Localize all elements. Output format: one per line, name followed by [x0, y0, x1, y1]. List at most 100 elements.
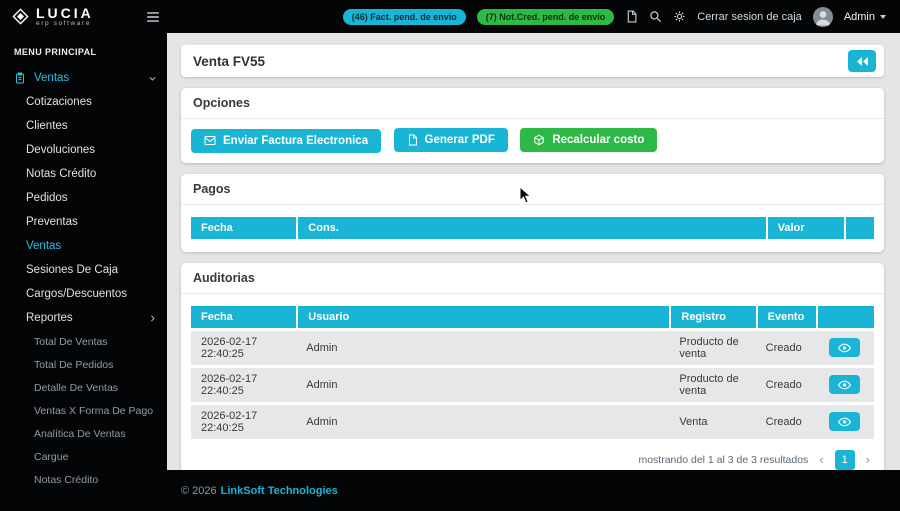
pagination-prev-button[interactable]: ‹ [817, 452, 825, 467]
sidebar-item-reportes[interactable]: Reportes [0, 306, 167, 330]
chevron-down-icon [880, 15, 886, 19]
cell-fecha: 2026-02-17 22:40:25 [191, 331, 296, 365]
sidebar-item-label: Total De Pedidos [34, 359, 113, 371]
view-audit-button[interactable] [829, 412, 860, 431]
sidebar-item-notas-credito[interactable]: Notas Crédito [0, 162, 167, 186]
sidebar-item-cargue[interactable]: Cargue [0, 445, 167, 468]
sidebar-item-label: Cotizaciones [26, 96, 92, 108]
cell-registro: Venta [669, 405, 755, 439]
table-row: 2026-02-17 22:40:25 Admin Producto de ve… [191, 331, 874, 365]
opciones-card-title: Opciones [181, 88, 884, 119]
eye-icon [838, 380, 851, 390]
brand-name: LUCIA [36, 7, 94, 20]
brand-tagline: erp software [36, 20, 94, 27]
company-link[interactable]: LinkSoft Technologies [221, 485, 338, 497]
sidebar-item-total-de-ventas[interactable]: Total De Ventas [0, 330, 167, 353]
view-audit-button[interactable] [829, 375, 860, 394]
sidebar-item-cotizaciones[interactable]: Cotizaciones [0, 90, 167, 114]
pending-credit-notes-badge[interactable]: (7) Not.Cred. pend. de envio [477, 9, 615, 25]
clipboard-icon [14, 72, 26, 84]
pagination-next-button[interactable]: › [864, 452, 872, 467]
document-icon[interactable] [625, 10, 638, 23]
cell-fecha: 2026-02-17 22:40:25 [191, 405, 296, 439]
sidebar-item-ventas-x-forma-de-pago[interactable]: Ventas X Forma De Pago [0, 399, 167, 422]
pending-invoices-badge[interactable]: (46) Fact. pend. de envio [343, 9, 466, 25]
gear-icon[interactable] [673, 10, 686, 23]
pagination: mostrando del 1 al 3 de 3 resultados ‹ 1… [181, 442, 884, 471]
sidebar-item-label: Sesiones De Caja [26, 264, 118, 276]
search-icon[interactable] [649, 10, 662, 23]
auditorias-card: Auditorias Fecha Usuario Registro Evento [181, 263, 884, 471]
sidebar-item-detalle-de-ventas[interactable]: Detalle De Ventas [0, 376, 167, 399]
pagos-header-actions [844, 217, 874, 239]
sidebar-item-notas-credito-reporte[interactable]: Notas Crédito [0, 468, 167, 491]
close-cash-session-link[interactable]: Cerrar sesion de caja [697, 11, 802, 23]
cell-usuario: Admin [296, 368, 669, 402]
button-label: Enviar Factura Electronica [223, 135, 368, 147]
table-row: 2026-02-17 22:40:25 Admin Venta Creado [191, 405, 874, 439]
cell-usuario: Admin [296, 405, 669, 439]
auditorias-header-actions [816, 306, 874, 328]
topbar: LUCIA erp software (46) Fact. pend. de e… [0, 0, 900, 33]
sidebar-item-label: Ventas [34, 72, 69, 84]
sidebar-item-pedidos[interactable]: Pedidos [0, 186, 167, 210]
auditorias-header-evento: Evento [756, 306, 816, 328]
auditorias-table: Fecha Usuario Registro Evento 2026-02-17… [191, 303, 874, 442]
eye-icon [838, 343, 851, 353]
app-window: LUCIA erp software (46) Fact. pend. de e… [0, 0, 900, 511]
sidebar-item-label: Devoluciones [26, 144, 95, 156]
eye-icon [838, 417, 851, 427]
sidebar-item-preventas[interactable]: Preventas [0, 210, 167, 234]
sidebar-item-ventas-active[interactable]: Ventas [0, 234, 167, 258]
copyright-text: © 2026 [181, 485, 217, 497]
chevron-down-icon [148, 74, 157, 83]
sidebar-item-clientes[interactable]: Clientes [0, 114, 167, 138]
sidebar-item-label: Notas Crédito [26, 168, 96, 180]
avatar[interactable] [813, 7, 833, 27]
sidebar-toggler-icon[interactable] [140, 11, 166, 23]
cell-fecha: 2026-02-17 22:40:25 [191, 368, 296, 402]
auditorias-header-registro: Registro [669, 306, 755, 328]
user-menu[interactable]: Admin [844, 11, 886, 23]
brand-logo[interactable]: LUCIA erp software [0, 7, 140, 27]
view-audit-button[interactable] [829, 338, 860, 357]
sidebar-item-label: Clientes [26, 120, 68, 132]
footer: © 2026 LinkSoft Technologies [167, 470, 900, 511]
pagination-page-1-button[interactable]: 1 [835, 450, 855, 470]
button-label: Generar PDF [425, 134, 495, 146]
sidebar-item-label: Analítica De Ventas [34, 428, 126, 440]
sidebar-section-label: MENU PRINCIPAL [0, 33, 167, 66]
sidebar-item-label: Cargue [34, 451, 68, 463]
sidebar-item-analitica-de-ventas[interactable]: Analítica De Ventas [0, 422, 167, 445]
sidebar-item-label: Notas Crédito [34, 474, 98, 486]
pagos-header-cons: Cons. [296, 217, 765, 239]
double-chevron-left-icon [856, 56, 869, 67]
button-label: Recalcular costo [552, 134, 644, 146]
back-button[interactable] [848, 50, 876, 72]
cell-registro: Producto de venta [669, 368, 755, 402]
sidebar-item-total-de-pedidos[interactable]: Total De Pedidos [0, 353, 167, 376]
sidebar-item-ventas-parent[interactable]: Ventas [0, 66, 167, 90]
recalculate-cost-button[interactable]: Recalcular costo [520, 128, 657, 152]
sidebar-item-label: Ventas [26, 240, 61, 252]
user-name-label: Admin [844, 11, 875, 23]
cell-registro: Producto de venta [669, 331, 755, 365]
sidebar-item-cargos-descuentos[interactable]: Cargos/Descuentos [0, 282, 167, 306]
auditorias-header-usuario: Usuario [296, 306, 669, 328]
pagos-card-title: Pagos [181, 174, 884, 205]
page-title: Venta FV55 [193, 54, 265, 69]
sidebar-item-label: Pedidos [26, 192, 68, 204]
sidebar-item-sesiones-de-caja[interactable]: Sesiones De Caja [0, 258, 167, 282]
generate-pdf-button[interactable]: Generar PDF [394, 128, 508, 152]
sidebar-item-devoluciones[interactable]: Devoluciones [0, 138, 167, 162]
opciones-card: Opciones Enviar Factura Electronica Gene… [181, 88, 884, 163]
pagos-card: Pagos Fecha Cons. Valor [181, 174, 884, 252]
diamond-logo-icon [12, 8, 29, 25]
auditorias-header-fecha: Fecha [191, 306, 296, 328]
cell-evento: Creado [756, 405, 816, 439]
sidebar-item-label: Reportes [26, 312, 73, 324]
cell-evento: Creado [756, 368, 816, 402]
table-row: 2026-02-17 22:40:25 Admin Producto de ve… [191, 368, 874, 402]
send-electronic-invoice-button[interactable]: Enviar Factura Electronica [191, 129, 381, 153]
cell-usuario: Admin [296, 331, 669, 365]
